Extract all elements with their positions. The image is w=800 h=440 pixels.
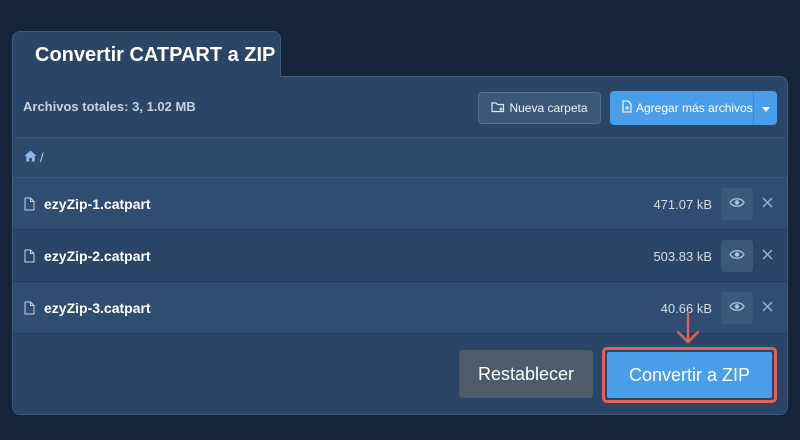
new-folder-button[interactable]: Nueva carpeta (478, 92, 601, 124)
remove-file-button[interactable] (759, 248, 775, 264)
file-list: ezyZip-1.catpart 471.07 kB ezyZip-2.catp… (13, 178, 787, 334)
file-row: ezyZip-3.catpart 40.66 kB (13, 282, 787, 334)
close-icon (762, 299, 773, 317)
reset-button[interactable]: Restablecer (459, 350, 593, 398)
file-name: ezyZip-2.catpart (44, 248, 151, 264)
file-icon (24, 301, 35, 320)
total-files-value: 3, 1.02 MB (132, 99, 196, 114)
file-row: ezyZip-2.catpart 503.83 kB (13, 230, 787, 282)
close-icon (762, 195, 773, 213)
preview-button[interactable] (721, 240, 753, 272)
eye-icon (729, 299, 745, 317)
add-files-button[interactable]: Agregar más archivos (610, 91, 777, 125)
home-icon[interactable] (24, 150, 37, 165)
close-icon (762, 247, 773, 265)
convert-to-zip-button[interactable]: Convertir a ZIP (607, 352, 772, 398)
page-title: Convertir CATPART a ZIP (35, 44, 276, 66)
total-files-summary: Archivos totales: 3, 1.02 MB (23, 99, 196, 114)
file-size: 503.83 kB (653, 249, 712, 264)
eye-icon (729, 247, 745, 265)
preview-button[interactable] (721, 292, 753, 324)
file-icon (24, 249, 35, 268)
tool-tab[interactable]: Convertir CATPART a ZIP (12, 31, 281, 77)
file-plus-icon (622, 100, 632, 116)
convert-button-highlight: Convertir a ZIP (602, 347, 777, 403)
add-files-label: Agregar más archivos (636, 101, 753, 115)
new-folder-label: Nueva carpeta (509, 101, 588, 115)
remove-file-button[interactable] (759, 196, 775, 212)
file-name: ezyZip-1.catpart (44, 196, 151, 212)
arrow-down-icon (676, 310, 700, 350)
file-name: ezyZip-3.catpart (44, 300, 151, 316)
folder-plus-icon (491, 101, 505, 116)
toolbar: Archivos totales: 3, 1.02 MB Nueva carpe… (13, 77, 787, 137)
remove-file-button[interactable] (759, 300, 775, 316)
add-files-dropdown-toggle[interactable] (753, 91, 777, 125)
caret-down-icon (761, 101, 770, 115)
total-files-label: Archivos totales: (23, 99, 129, 114)
breadcrumb-separator: / (40, 150, 44, 165)
file-size: 471.07 kB (653, 197, 712, 212)
breadcrumb: / (13, 137, 787, 178)
add-files-main[interactable]: Agregar más archivos (610, 91, 753, 125)
preview-button[interactable] (721, 188, 753, 220)
file-row: ezyZip-1.catpart 471.07 kB (13, 178, 787, 230)
eye-icon (729, 195, 745, 213)
file-icon (24, 197, 35, 216)
converter-panel: Archivos totales: 3, 1.02 MB Nueva carpe… (12, 76, 788, 415)
